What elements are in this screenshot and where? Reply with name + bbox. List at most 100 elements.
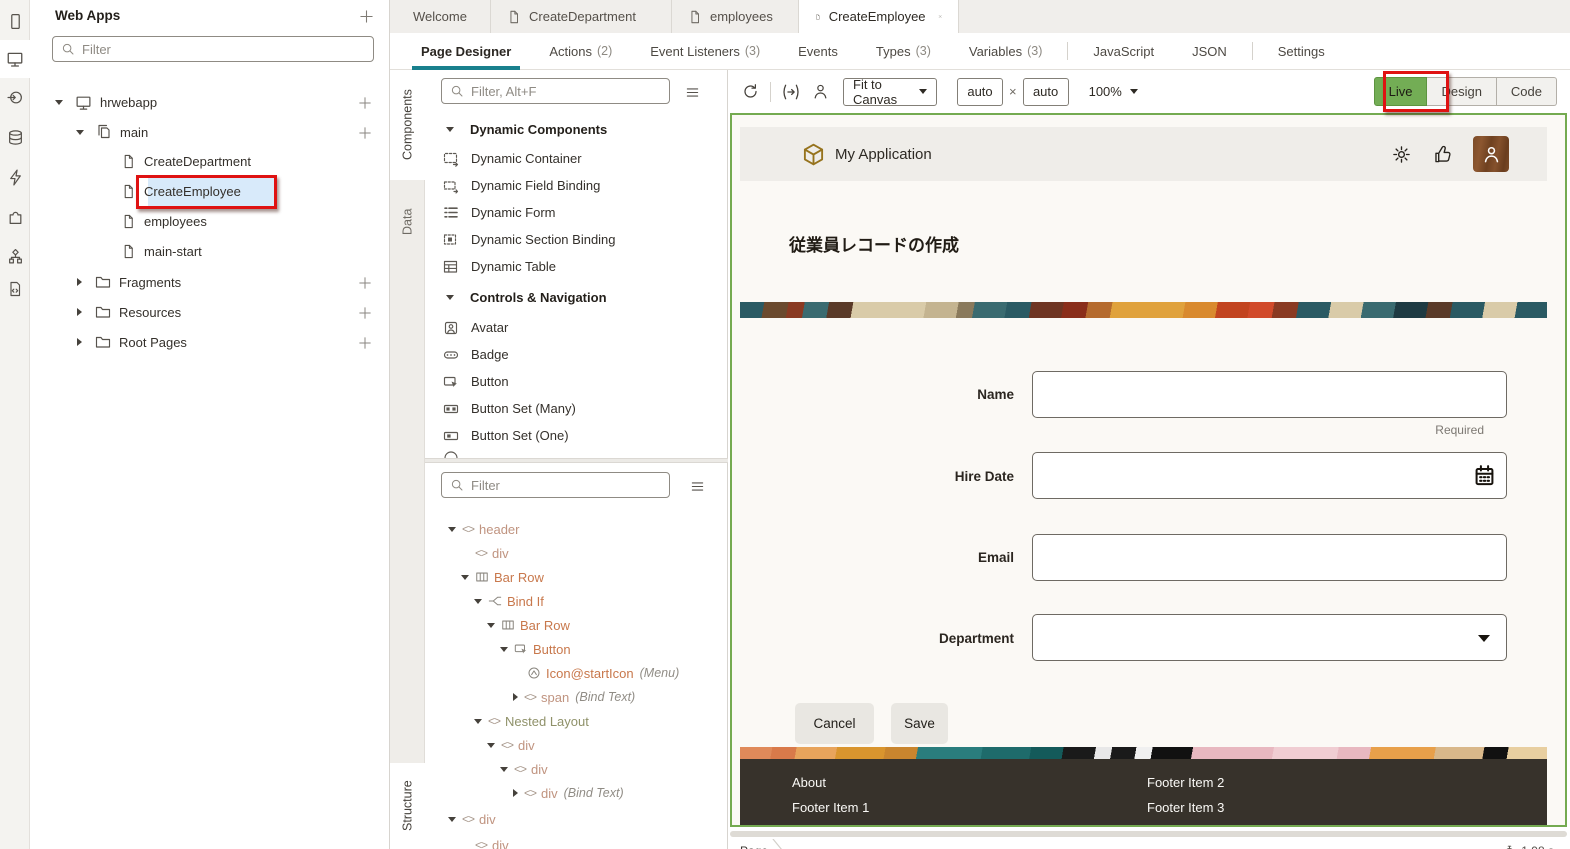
expand-arrow-icon[interactable]: [448, 817, 456, 822]
component-button[interactable]: Button: [428, 368, 726, 395]
web-apps-icon[interactable]: [0, 40, 30, 78]
component-dynamic-form[interactable]: Dynamic Form: [428, 199, 726, 226]
component-button-set-one[interactable]: Button Set (One): [428, 422, 726, 449]
collapse-arrow-icon[interactable]: [77, 308, 82, 316]
footer-link-item1[interactable]: Footer Item 1: [792, 800, 869, 815]
tab-structure[interactable]: Structure: [390, 763, 425, 849]
cancel-button[interactable]: Cancel: [795, 703, 874, 744]
close-tab-icon[interactable]: [938, 11, 942, 22]
component-button-set-many[interactable]: Button Set (Many): [428, 395, 726, 422]
add-page-button[interactable]: [358, 124, 372, 140]
expand-arrow-icon[interactable]: [474, 719, 482, 724]
subtab-actions[interactable]: Actions(2): [530, 33, 631, 70]
component-dynamic-field-binding[interactable]: Dynamic Field Binding: [428, 172, 726, 199]
email-input[interactable]: [1032, 534, 1507, 581]
component-dynamic-container[interactable]: Dynamic Container: [428, 145, 726, 172]
expand-arrow-icon[interactable]: [500, 647, 508, 652]
user-persona-icon[interactable]: [812, 83, 829, 100]
expand-arrow-icon[interactable]: [448, 527, 456, 532]
collapse-arrow-icon[interactable]: [513, 789, 518, 797]
tab-welcome[interactable]: Welcome: [390, 0, 491, 33]
expand-arrow-icon[interactable]: [500, 767, 508, 772]
tree-item-hrwebapp[interactable]: hrwebapp: [30, 87, 390, 117]
diagram-icon[interactable]: [0, 239, 30, 273]
component-dynamic-table[interactable]: Dynamic Table: [428, 253, 726, 280]
fit-mode-select[interactable]: Fit to Canvas: [843, 78, 937, 106]
subtab-json[interactable]: JSON: [1173, 33, 1246, 70]
tree-item-employees[interactable]: employees: [30, 206, 390, 236]
expand-arrow-icon[interactable]: [487, 623, 495, 628]
department-select[interactable]: [1032, 614, 1507, 661]
calendar-icon[interactable]: [1473, 464, 1496, 487]
canvas-height-input[interactable]: auto: [1023, 78, 1069, 106]
tree-item-main-start[interactable]: main-start: [30, 236, 390, 266]
mobile-apps-icon[interactable]: [0, 4, 30, 38]
panel-splitter[interactable]: [425, 458, 728, 463]
subtab-event-listeners[interactable]: Event Listeners(3): [631, 33, 779, 70]
business-objects-icon[interactable]: [0, 120, 30, 154]
collapse-arrow-icon[interactable]: [77, 338, 82, 346]
collapse-arrow-icon[interactable]: [513, 693, 518, 701]
tab-components[interactable]: Components: [390, 70, 425, 180]
zoom-select[interactable]: 100%: [1089, 84, 1138, 99]
dropdown-caret-icon[interactable]: [1478, 635, 1490, 642]
code-mode-button[interactable]: Code: [1497, 77, 1557, 106]
subtab-javascript[interactable]: JavaScript: [1074, 33, 1173, 70]
processes-icon[interactable]: [0, 160, 30, 194]
subtab-variables[interactable]: Variables(3): [950, 33, 1062, 70]
responsive-range-icon[interactable]: [782, 83, 800, 101]
tab-createdepartment[interactable]: CreateDepartment: [491, 0, 672, 33]
components-filter-input[interactable]: [471, 84, 661, 99]
structure-node-header[interactable]: <>header: [448, 517, 748, 541]
components-menu-icon[interactable]: [685, 84, 700, 102]
component-badge[interactable]: Badge: [428, 341, 726, 368]
add-resource-button[interactable]: [358, 304, 372, 320]
expand-arrow-icon[interactable]: [55, 100, 63, 105]
subtab-events[interactable]: Events: [779, 33, 857, 70]
canvas-width-input[interactable]: auto: [957, 78, 1003, 106]
footer-link-about[interactable]: About: [792, 775, 826, 790]
subtab-settings[interactable]: Settings: [1259, 33, 1344, 70]
structure-filter-input[interactable]: [471, 478, 661, 493]
section-collapse-icon[interactable]: [446, 295, 454, 300]
user-avatar[interactable]: [1473, 136, 1509, 172]
add-flow-button[interactable]: [358, 94, 372, 110]
refresh-icon[interactable]: [742, 83, 759, 100]
breadcrumb[interactable]: Page: [740, 844, 768, 849]
settings-gear-icon[interactable]: [1392, 145, 1411, 164]
web-apps-filter-input[interactable]: [82, 42, 365, 57]
structure-node-div[interactable]: <>div: [448, 807, 748, 831]
collapse-arrow-icon[interactable]: [77, 278, 82, 286]
tab-createemployee[interactable]: CreateEmployee: [799, 0, 959, 33]
name-input[interactable]: [1032, 371, 1507, 418]
add-web-app-button[interactable]: [355, 5, 377, 27]
tab-data[interactable]: Data: [390, 182, 425, 262]
expand-arrow-icon[interactable]: [487, 743, 495, 748]
save-button[interactable]: Save: [891, 703, 948, 744]
expand-arrow-icon[interactable]: [461, 575, 469, 580]
components-rail-icon[interactable]: [0, 200, 30, 234]
footer-link-item3[interactable]: Footer Item 3: [1147, 800, 1224, 815]
add-root-page-button[interactable]: [358, 334, 372, 350]
structure-menu-icon[interactable]: [690, 478, 705, 496]
tree-item-createdepartment[interactable]: CreateDepartment: [30, 146, 390, 176]
component-dynamic-section-binding[interactable]: Dynamic Section Binding: [428, 226, 726, 253]
like-icon[interactable]: [1433, 145, 1452, 164]
section-collapse-icon[interactable]: [446, 127, 454, 132]
subtab-types[interactable]: Types(3): [857, 33, 950, 70]
component-avatar[interactable]: Avatar: [428, 314, 726, 341]
tree-item-main[interactable]: main: [30, 117, 390, 147]
tree-item-fragments[interactable]: Fragments: [30, 267, 390, 297]
tree-item-resources[interactable]: Resources: [30, 297, 390, 327]
expand-arrow-icon[interactable]: [76, 130, 84, 135]
tree-item-root-pages[interactable]: Root Pages: [30, 327, 390, 357]
structure-node-bar-row[interactable]: Bar Row: [461, 565, 761, 589]
footer-link-item2[interactable]: Footer Item 2: [1147, 775, 1224, 790]
add-fragment-button[interactable]: [358, 274, 372, 290]
subtab-page-designer[interactable]: Page Designer: [402, 33, 530, 70]
expand-arrow-icon[interactable]: [474, 599, 482, 604]
hire-date-input[interactable]: [1032, 452, 1507, 499]
source-view-icon[interactable]: [0, 272, 30, 306]
service-connections-icon[interactable]: [0, 80, 30, 114]
tab-employees[interactable]: employees: [672, 0, 799, 33]
